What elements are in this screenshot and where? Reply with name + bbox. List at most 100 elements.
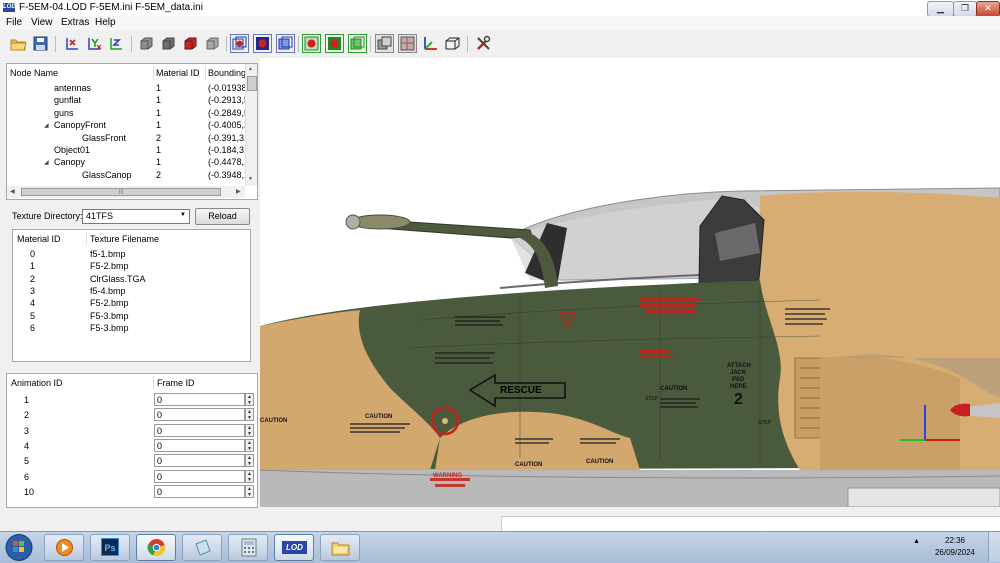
tree-row[interactable]: antennas 1 (-0.01938, [7,82,249,94]
column-header-bounding[interactable]: Bounding [208,68,246,78]
scroll-right-icon[interactable]: ▶ [236,188,241,195]
file-button[interactable] [182,534,222,561]
toolbar-separator [131,36,132,52]
texture-directory-dropdown[interactable]: 41TFS ▼ [82,209,190,224]
column-header-frame-id[interactable]: Frame ID [157,378,195,388]
photoshop-button[interactable]: Ps [90,534,130,561]
texture-material-id: 1 [30,261,36,272]
texture-table: Material ID Texture Filename 0 f5-1.bmp 1 F… [12,229,251,362]
scroll-thumb[interactable] [247,76,257,91]
scroll-thumb[interactable]: ||| [21,188,221,196]
calculator-icon [241,538,257,557]
horizontal-scrollbar[interactable]: ◀ ||| ▶ [7,186,245,198]
texture-row[interactable]: 4 F5-2.bmp [13,297,249,309]
texture-row[interactable]: 5 F5-3.bmp [13,310,249,322]
frame-id-spinner[interactable]: ▲ ▼ [245,423,254,437]
tree-row[interactable]: guns 1 (-0.2849,5 [7,107,249,119]
node-material-id: 1 [156,107,162,118]
frame-id-input[interactable]: 0 [154,408,245,422]
frame-id-spinner[interactable]: ▲ ▼ [245,438,254,452]
file-manager-button[interactable] [320,534,360,561]
texture-row[interactable]: 0 f5-1.bmp [13,248,249,260]
axis-x-rotate-icon[interactable] [64,35,81,52]
frame-id-spinner[interactable]: ▲ ▼ [245,408,254,422]
tree-row[interactable]: GlassFront 2 (-0.391,3.4 [7,132,252,144]
texture-row[interactable]: 2 ClrGlass.TGA [13,273,249,285]
chrome-button[interactable] [136,534,176,561]
open-folder-icon[interactable] [10,35,27,52]
node-material-id: 1 [156,95,162,106]
media-player-button[interactable] [44,534,84,561]
menu-help[interactable]: Help [95,17,116,28]
texture-material-id: 3 [30,285,36,296]
frame-id-input[interactable]: 0 [154,469,245,483]
tree-row[interactable]: ◢ Canopy 1 (-0.4478,1 [7,156,249,168]
frame-id-spinner[interactable]: ▲ ▼ [245,469,254,483]
tree-row[interactable]: Object01 1 (-0.184,3.2 [7,144,252,156]
frame-id-input[interactable]: 0 [154,393,245,406]
menu-file[interactable]: File [6,17,22,28]
wire-box-outline-icon[interactable] [276,34,295,53]
wire-box-red-icon[interactable] [253,34,272,53]
axis-y-rotate-icon[interactable] [86,35,103,52]
menu-view[interactable]: View [31,17,53,28]
column-header-material-id[interactable]: Material ID [156,68,200,78]
aircraft-render [260,58,1000,507]
vertical-scrollbar[interactable]: ▲ ▼ [245,64,257,186]
clock-time[interactable]: 22:36 [930,536,980,545]
texture-icon[interactable] [398,34,417,53]
show-hidden-icons-button[interactable]: ▲ [913,538,920,545]
column-header-material-id[interactable]: Material ID [17,234,61,244]
reload-button[interactable]: Reload [195,208,250,225]
layers-icon[interactable] [375,34,394,53]
cube-dark-icon[interactable] [160,35,177,52]
column-header-node-name[interactable]: Node Name [10,68,58,78]
texture-row[interactable]: 3 f5-4.bmp [13,285,249,297]
texture-row[interactable]: 1 F5-2.bmp [13,260,249,272]
texture-row[interactable]: 6 F5-3.bmp [13,322,249,334]
frame-id-spinner[interactable]: ▲ ▼ [245,454,254,468]
menu-extras[interactable]: Extras [61,17,89,28]
wire-box-blue-icon[interactable] [230,34,249,53]
calculator-button[interactable] [228,534,268,561]
scroll-down-icon[interactable]: ▼ [248,176,253,182]
box-red-green-icon[interactable] [302,34,321,53]
3d-viewport[interactable]: RESCUE CAUTION CAUTION CAUTION CAUTION C… [260,58,1000,507]
frame-id-spinner[interactable]: ▲ ▼ [245,393,254,406]
box-green-alt-icon[interactable] [348,34,367,53]
bounding-box-icon[interactable] [444,35,461,52]
save-icon[interactable] [32,35,49,52]
clock-date[interactable]: 26/09/2024 [930,548,980,557]
expand-arrow-icon[interactable]: ◢ [44,122,49,129]
node-tree-panel: Node Name Material ID Bounding antennas 1… [6,63,258,200]
tools-icon[interactable] [475,35,492,52]
show-desktop-button[interactable] [988,532,1000,562]
animation-row: 3 0 ▲ ▼ [7,423,256,438]
frame-id-spinner[interactable]: ▲ ▼ [245,484,254,498]
expand-arrow-icon[interactable]: ◢ [44,159,49,166]
frame-id-input[interactable]: 0 [154,423,245,437]
box-green-icon[interactable] [325,34,344,53]
scroll-up-icon[interactable]: ▲ [248,66,253,72]
frame-id-input[interactable]: 0 [154,454,245,468]
axes-icon[interactable] [422,35,439,52]
frame-id-input[interactable]: 0 [154,438,245,452]
close-button[interactable]: ✕ [976,1,1000,17]
cube-red-icon[interactable] [182,35,199,52]
scroll-left-icon[interactable]: ◀ [10,188,15,195]
column-header-texture-filename[interactable]: Texture Filename [90,234,159,244]
lod-editor-icon: LOD [282,541,307,554]
animation-row: 4 0 ▲ ▼ [7,438,256,453]
restore-button[interactable]: ❐ [953,1,977,17]
column-header-animation-id[interactable]: Animation ID [11,378,63,388]
tree-row[interactable]: gunflat 1 (-0.2913,5 [7,94,249,106]
cube-gray-icon[interactable] [204,35,221,52]
tree-row[interactable]: GlassCanop 2 (-0.3948,1 [7,169,249,181]
lod-editor-button[interactable]: LOD [274,534,314,561]
cube-solid-icon[interactable] [138,35,155,52]
frame-id-input[interactable]: 0 [154,484,245,498]
axis-z-rotate-icon[interactable] [108,35,125,52]
minimize-button[interactable]: ▁ [927,1,954,17]
start-orb-icon[interactable] [3,533,35,562]
tree-row[interactable]: ◢ CanopyFront 1 (-0.4005,3 [7,119,249,131]
